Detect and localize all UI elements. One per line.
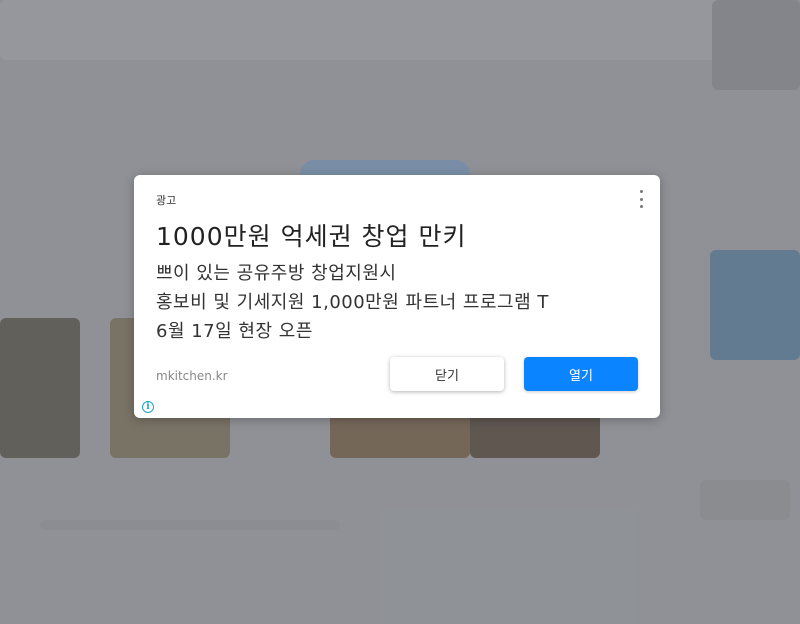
interstitial-ad-dialog: 광고 1000만원 억세권 창업 만키 쁘이 있는 공유주방 창업지원시 홍보비… [134,175,660,418]
ad-body-line: 6월 17일 현장 오픈 [156,321,313,342]
open-button[interactable]: 열기 [524,357,638,391]
ad-body[interactable]: 쁘이 있는 공유주방 창업지원시 홍보비 및 기세지원 1,000만원 파트너 … [156,259,626,346]
more-vertical-icon[interactable] [636,190,646,208]
ad-headline[interactable]: 1000만원 억세권 창업 만키 [156,217,466,253]
ad-domain: mkitchen.kr [156,369,228,383]
ad-label: 광고 [156,194,177,207]
ad-body-line: 쁘이 있는 공유주방 창업지원시 [156,263,397,284]
ad-body-line: 홍보비 및 기세지원 1,000만원 파트너 프로그램 T [156,292,549,313]
info-icon[interactable]: i [142,401,154,413]
close-button[interactable]: 닫기 [390,357,504,391]
